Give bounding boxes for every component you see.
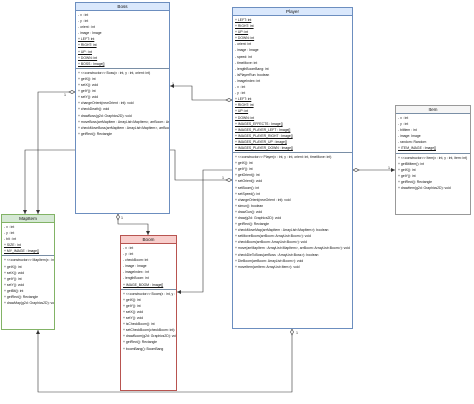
method: + boomBang(): BoomBang [123,346,164,351]
class-title: Player [233,8,352,16]
attributes-section: + LEFT: int + RIGHT: int + UP: int + DOW… [233,16,352,154]
methods-section: + <<constructor>> Boss(x : int, y : int,… [76,69,169,138]
method: + moveBoss(arrMapItem : ArrayList<MapIte… [78,119,169,124]
class-title: Item [396,106,470,114]
attribute: + ITEM_IMAGE : Image[] [398,146,436,151]
method: + drawItem(g2d: Graphics2D): void [398,186,451,191]
methods-section: + <<constructor>> Player(x : int, y : in… [233,153,352,271]
class-boss[interactable]: Boss - x : int - y : int - orient : int … [75,2,170,214]
assoc-player-boom [177,169,232,293]
class-item[interactable]: Item - x : int - y : int - bitItem : int… [395,105,471,215]
class-player[interactable]: Player + LEFT: int + RIGHT: int + UP: in… [232,7,353,329]
multiplicity-boss-left: 1 [64,93,66,97]
multiplicity-boss-boom: 1 [121,216,123,220]
class-boom[interactable]: Boom - x : int - y : int - checkBoom: in… [120,235,177,391]
method: + <<constructor>> Boom(x : int, y : int,… [123,291,176,296]
methods-section: + <<constructor>> MapItem(x : int, y : i… [2,256,54,307]
multiplicity-boss-player: 1 [172,82,174,86]
methods-section: + <<constructor>> Item(x : int, y : int,… [396,154,470,193]
method: + moveItem(arrItem: ArrayList<Item>): vo… [235,264,300,269]
method: + getRect(): Rectangle [78,131,113,136]
method: + move(arrMapItem : ArrayList<MapItem>, … [235,246,350,251]
multiplicity-player-bottom: 1 [296,331,298,335]
attributes-section: - x : int - y : int - bitItem : int - im… [396,114,470,154]
method: + <<constructor>> MapItem(x : int, y : i… [4,258,54,263]
multiplicity-player-left: 1 [222,176,224,180]
attribute: + IMAGES_PLAYER_DOWN : Image[] [235,145,293,150]
attribute: + BOSS : Image[] [78,61,105,66]
class-title: MapItem [2,215,54,223]
method: + checkMoveBoss(arrMapItem : ArrayList<M… [78,125,169,130]
multiplicity-player-item: 1 [388,166,390,170]
attributes-section: - x : int - y : int - checkBoom: int - i… [121,244,176,290]
attributes-section: - x : int - y : int - bit : int + SIZE :… [2,223,54,257]
attributes-section: - x : int - y : int - orient : int - ima… [76,11,169,69]
class-mapitem[interactable]: MapItem - x : int - y : int - bit : int … [1,214,55,330]
attribute: + MY_IMAGE : Image[] [4,249,39,254]
class-title: Boom [121,236,176,244]
assoc-boss-mapitem [37,91,75,214]
methods-section: + <<constructor>> Boom(x : int, y : int,… [121,290,176,353]
method: + <<constructor>> Item(x : int, y : int,… [398,155,468,160]
assoc-player-boss [170,85,232,101]
class-title: Boss [76,3,169,11]
attribute: + IMAGE_BOOM : Image[] [123,282,164,287]
method: + drawMap(g2d: Graphics2D): void [4,301,54,306]
